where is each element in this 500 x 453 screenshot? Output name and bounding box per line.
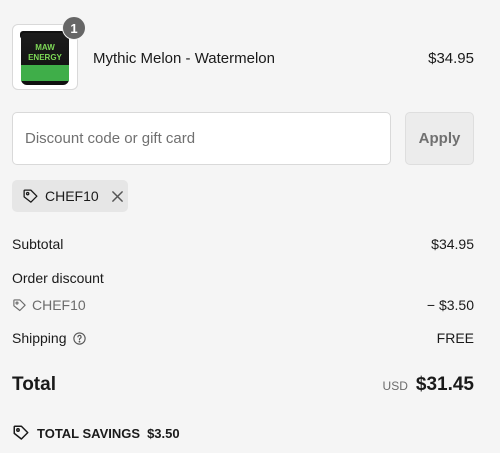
subtotal-label: Subtotal (12, 236, 64, 252)
total-amount: $31.45 (415, 374, 474, 395)
product-thumbnail-wrap: MAW ENERGY 1 (12, 16, 86, 90)
tag-icon (12, 424, 30, 442)
applied-code-text: CHEF10 (45, 188, 99, 204)
savings-value: $3.50 (147, 425, 180, 441)
close-icon[interactable] (111, 190, 124, 203)
total-row: Total USD $31.45 (12, 374, 474, 396)
savings-label: TOTAL SAVINGS (37, 425, 141, 441)
total-label: Total (12, 374, 56, 395)
product-price: $34.95 (428, 50, 474, 67)
tag-icon (22, 188, 39, 205)
product-logo: MAW ENERGY (28, 43, 62, 62)
product-name: Mythic Melon - Watermelon (93, 50, 275, 67)
apply-button[interactable]: Apply (405, 112, 474, 165)
shipping-value: FREE (436, 330, 474, 346)
line-item: MAW ENERGY 1 Mythic Melon - Watermelon $… (12, 16, 474, 90)
quantity-badge: 1 (62, 16, 86, 40)
shipping-label: Shipping (12, 330, 67, 346)
subtotal-value: $34.95 (431, 236, 474, 252)
help-icon[interactable] (72, 331, 87, 346)
tub-stripe-shape (21, 65, 69, 81)
order-discount-label: Order discount (12, 270, 104, 286)
order-discount-row: Order discount (12, 270, 474, 286)
discount-code-label: CHEF10 (32, 297, 86, 313)
currency-code: USD (382, 379, 408, 393)
shipping-row: Shipping FREE (12, 330, 474, 346)
discount-code-input[interactable] (12, 112, 391, 165)
subtotal-row: Subtotal $34.95 (12, 236, 474, 252)
tag-icon (12, 298, 27, 313)
discount-value: − $3.50 (426, 297, 474, 313)
discount-code-row: CHEF10 − $3.50 (12, 297, 474, 313)
total-savings: TOTAL SAVINGS $3.50 (12, 424, 180, 442)
applied-discount-chip: CHEF10 (12, 180, 128, 212)
